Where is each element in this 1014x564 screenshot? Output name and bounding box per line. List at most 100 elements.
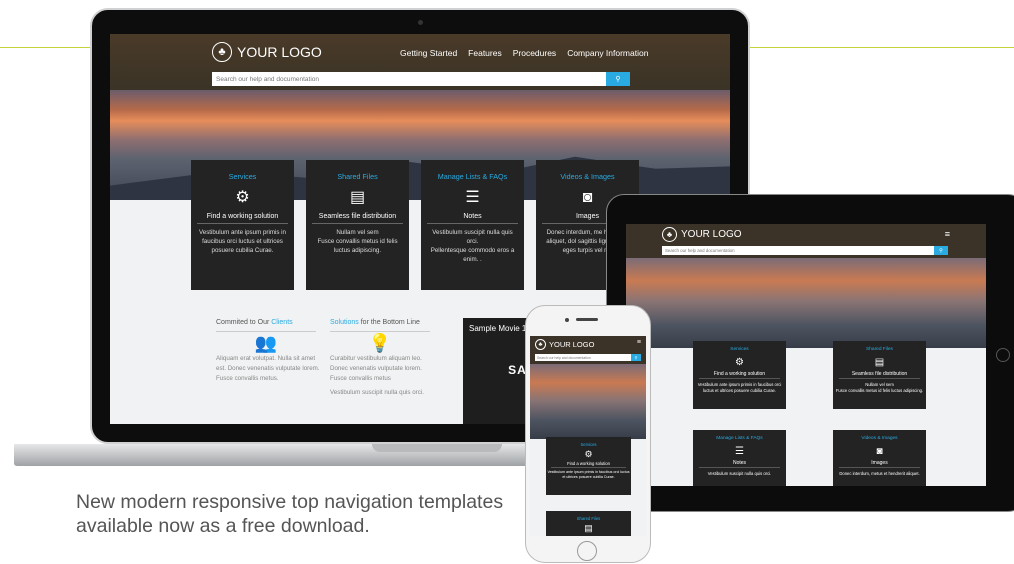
card-title: Shared Files: [866, 347, 893, 352]
card-text: Vestibulum ante ipsum primis in faucibus…: [198, 229, 286, 254]
tablet-card-shared-files[interactable]: Shared Files ▤ Seamless file distributio…: [833, 341, 926, 409]
phone-home-button: [577, 541, 597, 561]
phone-speaker: [576, 318, 598, 321]
card-title: Services: [580, 442, 597, 447]
tablet-screen: ♣ YOUR LOGO ≡ Search our help and docume…: [626, 224, 986, 486]
solutions-section: Solutions for the Bottom Line 💡 Curabitu…: [330, 318, 434, 398]
card-text: Vestibulum ante ipsum primis in faucibus…: [547, 470, 630, 479]
file-icon: ▤: [584, 523, 593, 533]
card-subtitle: Notes: [427, 212, 518, 224]
faq-icon: ☰: [735, 446, 744, 457]
card-text: Vestibulum suscipit nulla quis orci.: [432, 229, 513, 245]
card-title: Manage Lists & FAQs: [437, 172, 508, 181]
section-text: Vestibulum suscipit nulla quis orci.: [330, 389, 424, 396]
card-title: Videos & Images: [861, 436, 898, 441]
search-button[interactable]: ⚲: [934, 246, 948, 255]
hamburger-icon[interactable]: ≡: [945, 229, 950, 239]
section-text: Aliquam erat volutpat. Nulla sit amet es…: [216, 355, 320, 382]
feature-cards: Services ⚙ Find a working solution Vesti…: [191, 160, 639, 290]
tree-icon: ♣: [662, 227, 677, 242]
logo[interactable]: ♣ YOUR LOGO: [212, 42, 322, 62]
card-text: Fusce convallis metus id felis luctus ad…: [317, 238, 398, 254]
card-subtitle: Find a working solution: [551, 461, 626, 468]
users-icon: 👥: [254, 333, 278, 353]
file-icon: ▤: [874, 357, 885, 368]
search-placeholder: Search our help and documentation: [216, 75, 319, 83]
card-shared-files[interactable]: Shared Files ▤ Seamless file distributio…: [306, 160, 409, 290]
search-button[interactable]: ⚲: [606, 72, 630, 86]
faq-icon: ☰: [465, 189, 480, 206]
card-subtitle: Notes: [699, 460, 780, 468]
card-title: Services: [228, 172, 257, 181]
search-icon: ⚲: [634, 355, 638, 360]
tablet-home-button: [996, 348, 1010, 362]
search-placeholder: Search our help and documentation: [665, 248, 735, 253]
card-text: Vestibulum suscipit nulla quis orci.: [707, 471, 772, 476]
card-services[interactable]: Services ⚙ Find a working solution Vesti…: [191, 160, 294, 290]
search-placeholder: Search our help and documentation: [537, 355, 591, 360]
logo-text: YOUR LOGO: [681, 229, 742, 240]
gear-icon: ⚙: [584, 449, 593, 459]
card-text: Fusce convallis metus id felis luctus ad…: [835, 388, 924, 393]
card-title: Shared Files: [576, 516, 601, 521]
search-input[interactable]: Search our help and documentation ⚲: [212, 72, 630, 86]
file-icon: ▤: [349, 189, 366, 206]
tablet-card-videos-images[interactable]: Videos & Images ◙ Images Donec interdum,…: [833, 430, 926, 486]
search-button[interactable]: ⚲: [631, 354, 641, 361]
movie-title: Sample Movie 1: [469, 324, 527, 333]
laptop-notch: [372, 444, 502, 452]
card-title: Videos & Images: [560, 172, 615, 181]
phone-hero-image: [530, 364, 646, 439]
laptop-camera: [418, 20, 423, 25]
search-icon: ⚲: [939, 247, 943, 254]
logo-text: YOUR LOGO: [237, 44, 322, 60]
phone-search-input[interactable]: Search our help and documentation ⚲: [535, 354, 641, 361]
gear-icon: ⚙: [735, 357, 744, 368]
card-manage-lists[interactable]: Manage Lists & FAQs ☰ Notes Vestibulum s…: [421, 160, 524, 290]
section-title: Solutions for the Bottom Line: [330, 318, 430, 332]
section-title: Commited to Our Clients: [216, 318, 316, 332]
tablet-logo[interactable]: ♣ YOUR LOGO: [662, 227, 742, 242]
section-text: Curabitur vestibulum aliquam leo. Donec …: [330, 355, 422, 382]
tablet-card-services[interactable]: Services ⚙ Find a working solution Vesti…: [693, 341, 786, 409]
card-subtitle: Images: [839, 460, 920, 468]
marketing-stage: ♣ YOUR LOGO Getting Started Features Pro…: [0, 0, 1014, 564]
nav-item-features[interactable]: Features: [468, 48, 502, 58]
site-header: ♣ YOUR LOGO Getting Started Features Pro…: [110, 34, 730, 90]
logo-text: YOUR LOGO: [549, 340, 595, 349]
solutions-link[interactable]: Solutions: [330, 319, 359, 326]
phone-card-shared-files[interactable]: Shared Files ▤: [546, 511, 631, 536]
tablet-header: ♣ YOUR LOGO ≡ Search our help and docume…: [626, 224, 986, 258]
tree-icon: ♣: [535, 339, 546, 350]
clients-section: Commited to Our Clients 👥 Aliquam erat v…: [216, 318, 320, 384]
nav-item-procedures[interactable]: Procedures: [513, 48, 556, 58]
tablet-hero-image: [626, 258, 986, 348]
tablet-search-input[interactable]: Search our help and documentation ⚲: [662, 246, 948, 255]
nav-item-company-information[interactable]: Company Information: [567, 48, 648, 58]
card-subtitle: Find a working solution: [197, 212, 288, 224]
card-title: Services: [730, 347, 749, 352]
card-title: Shared Files: [337, 172, 378, 181]
gear-icon: ⚙: [235, 189, 250, 206]
nav-item-getting-started[interactable]: Getting Started: [400, 48, 457, 58]
phone-card-services[interactable]: Services ⚙ Find a working solution Vesti…: [546, 437, 631, 495]
phone-camera: [565, 318, 569, 322]
card-subtitle: Seamless file distribution: [839, 371, 920, 379]
card-title: Manage Lists & FAQs: [716, 436, 763, 441]
card-text: Donec interdum, metus et hendrerit aliqu…: [839, 471, 920, 476]
card-text: Pellentesque commodo eros a enim. .: [430, 247, 515, 263]
top-nav: Getting Started Features Procedures Comp…: [400, 48, 648, 58]
promo-caption: New modern responsive top navigation tem…: [76, 491, 504, 537]
phone-logo[interactable]: ♣ YOUR LOGO: [535, 339, 594, 350]
phone-header: ♣ YOUR LOGO ≡ Search our help and docume…: [530, 336, 646, 364]
hamburger-icon[interactable]: ≡: [637, 339, 641, 346]
camera-icon: ◙: [876, 446, 883, 457]
card-subtitle: Find a working solution: [699, 371, 780, 379]
tablet-card-manage-lists[interactable]: Manage Lists & FAQs ☰ Notes Vestibulum s…: [693, 430, 786, 486]
phone-screen: ♣ YOUR LOGO ≡ Search our help and docume…: [530, 336, 646, 536]
card-subtitle: Seamless file distribution: [312, 212, 403, 224]
clients-link[interactable]: Clients: [271, 319, 292, 326]
card-text: Vestibulum ante ipsum primis in faucibus…: [697, 382, 782, 393]
search-icon: ⚲: [615, 76, 621, 83]
card-text: Nullam vel sem: [336, 229, 379, 236]
